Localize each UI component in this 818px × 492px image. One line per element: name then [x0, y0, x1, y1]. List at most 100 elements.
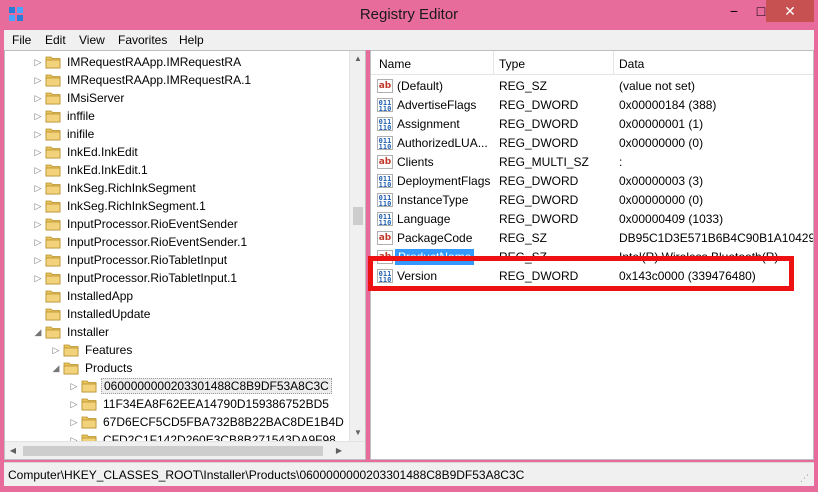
value-row[interactable]: ab (Default) REG_SZ (value not set) — [371, 77, 813, 96]
folder-icon — [63, 343, 79, 357]
value-type: REG_DWORD — [499, 193, 579, 207]
expand-arrow-icon[interactable]: ▷ — [33, 164, 43, 176]
tree-item-label: 0600000000203301488C8B9DF53A8C3C — [101, 378, 332, 394]
close-button[interactable]: ✕ — [766, 0, 814, 22]
value-data: 0x00000184 (388) — [619, 98, 717, 112]
expand-arrow-icon[interactable]: ▷ — [69, 416, 79, 428]
folder-icon — [45, 289, 61, 303]
scroll-down-icon[interactable]: ▼ — [350, 425, 365, 441]
expand-arrow-icon[interactable]: ▷ — [33, 146, 43, 158]
value-row[interactable]: 011 110 Language REG_DWORD 0x00000409 (1033) — [371, 210, 813, 229]
expand-arrow-icon[interactable]: ▷ — [33, 56, 43, 68]
expand-arrow-icon[interactable]: ▷ — [33, 200, 43, 212]
folder-icon — [45, 145, 61, 159]
folder-icon — [45, 181, 61, 195]
resize-grip-icon[interactable]: ⋰ — [800, 472, 812, 484]
tree-horizontal-scrollbar[interactable]: ◀ ▶ — [5, 441, 365, 459]
value-type: REG_DWORD — [499, 174, 579, 188]
status-path: Computer\HKEY_CLASSES_ROOT\Installer\Pro… — [8, 468, 525, 482]
scroll-right-icon[interactable]: ▶ — [331, 442, 347, 459]
value-name: InstanceType — [397, 193, 469, 207]
tree-item-label: 67D6ECF5CD5FBA732B8B22BAC8DE1B4D — [103, 415, 344, 429]
scroll-up-icon[interactable]: ▲ — [350, 51, 365, 67]
column-divider[interactable] — [613, 51, 614, 75]
expand-arrow-icon[interactable]: ▷ — [33, 92, 43, 104]
string-value-icon: ab — [377, 231, 393, 245]
binary-value-icon: 011 110 — [377, 136, 393, 151]
highlight-annotation — [368, 256, 794, 291]
folder-icon — [45, 253, 61, 267]
value-row[interactable]: 011 110 DeploymentFlags REG_DWORD 0x00000003… — [371, 172, 813, 191]
value-type: REG_MULTI_SZ — [499, 155, 589, 169]
menu-help[interactable]: Help — [179, 33, 204, 47]
collapse-arrow-icon[interactable]: ◢ — [51, 362, 61, 374]
expand-arrow-icon[interactable]: ▷ — [69, 398, 79, 410]
title-bar: Registry Editor − □ ✕ — [0, 0, 818, 30]
menu-view[interactable]: View — [79, 33, 105, 47]
expand-arrow-icon[interactable]: ▷ — [33, 128, 43, 140]
column-data-header[interactable]: Data — [619, 57, 644, 71]
binary-value-icon: 011 110 — [377, 174, 393, 189]
folder-icon — [45, 109, 61, 123]
folder-icon — [45, 91, 61, 105]
value-name: DeploymentFlags — [397, 174, 491, 188]
value-data: 0x00000000 (0) — [619, 136, 704, 150]
value-row[interactable]: ab Clients REG_MULTI_SZ: — [371, 153, 813, 172]
value-row[interactable]: 011 110 Assignment REG_DWORD 0x00000001 (1) — [371, 115, 813, 134]
tree-item-label: IMRequestRAApp.IMRequestRA.1 — [67, 73, 252, 87]
tree-item-label: InstalledApp — [67, 289, 134, 303]
tree-item-label: InputProcessor.RioTabletInput — [67, 253, 228, 267]
value-row[interactable]: 011 110 AdvertiseFlags REG_DWORD 0x00000184 … — [371, 96, 813, 115]
tree-item-label: InkSeg.RichInkSegment.1 — [67, 199, 206, 213]
column-name-header[interactable]: Name — [379, 57, 411, 71]
binary-value-icon: 011 110 — [377, 193, 393, 208]
scroll-thumb-horizontal[interactable] — [23, 446, 323, 456]
value-row[interactable]: ab PackageCode REG_SZ DB95C1D3E571B6B4C90B1… — [371, 229, 814, 248]
tree-item-label: InkSeg.RichInkSegment — [67, 181, 196, 195]
expand-arrow-icon[interactable]: ▷ — [33, 182, 43, 194]
value-data: DB95C1D3E571B6B4C90B1A10429D6 — [619, 231, 814, 245]
menu-file[interactable]: File — [12, 33, 31, 47]
menu-edit[interactable]: Edit — [45, 33, 66, 47]
tree-item-label: inifile — [67, 127, 95, 141]
expand-arrow-icon[interactable]: ▷ — [51, 344, 61, 356]
menu-bar: File Edit View Favorites Help — [4, 30, 814, 50]
folder-icon — [81, 379, 97, 393]
value-data: 0x00000001 (1) — [619, 117, 704, 131]
menu-favorites[interactable]: Favorites — [118, 33, 167, 47]
expand-arrow-icon[interactable]: ▷ — [33, 218, 43, 230]
tree-item-label: inffile — [67, 109, 95, 123]
scroll-left-icon[interactable]: ◀ — [5, 442, 21, 459]
folder-icon — [45, 325, 61, 339]
values-list-panel[interactable]: Name Type Data ab (Default) REG_SZ (value n… — [370, 50, 814, 460]
minimize-button[interactable]: − — [720, 0, 748, 22]
folder-icon — [81, 415, 97, 429]
window-title: Registry Editor — [359, 6, 459, 23]
folder-icon — [45, 55, 61, 69]
key-tree-panel[interactable]: ▷ IMRequestRAApp.IMRequestRA ▷ IMRequestRAA… — [4, 50, 366, 460]
column-type-header[interactable]: Type — [499, 57, 525, 71]
binary-value-icon: 011 110 — [377, 117, 393, 132]
collapse-arrow-icon[interactable]: ◢ — [33, 326, 43, 338]
scroll-thumb[interactable] — [353, 207, 363, 225]
folder-icon — [45, 217, 61, 231]
folder-icon — [63, 361, 79, 375]
value-data: 0x00000000 (0) — [619, 193, 704, 207]
expand-arrow-icon[interactable]: ▷ — [33, 110, 43, 122]
value-type: REG_DWORD — [499, 212, 579, 226]
expand-arrow-icon[interactable]: ▷ — [33, 236, 43, 248]
value-row[interactable]: 011 110 InstanceType REG_DWORD 0x00000000 (0… — [371, 191, 813, 210]
tree-vertical-scrollbar[interactable]: ▲ ▼ — [349, 51, 365, 441]
value-row[interactable]: 011 110 AuthorizedLUA... REG_DWORD 0x0000000… — [371, 134, 813, 153]
tree-item-label: InputProcessor.RioEventSender — [67, 217, 238, 231]
tree-item-label: Products — [85, 361, 133, 375]
expand-arrow-icon[interactable]: ▷ — [33, 74, 43, 86]
column-divider[interactable] — [493, 51, 494, 75]
value-type: REG_SZ — [499, 79, 548, 93]
value-name: Clients — [397, 155, 434, 169]
expand-arrow-icon[interactable]: ▷ — [33, 272, 43, 284]
expand-arrow-icon[interactable]: ▷ — [69, 380, 79, 392]
folder-icon — [45, 307, 61, 321]
expand-arrow-icon[interactable]: ▷ — [33, 254, 43, 266]
value-data: (value not set) — [619, 79, 696, 93]
